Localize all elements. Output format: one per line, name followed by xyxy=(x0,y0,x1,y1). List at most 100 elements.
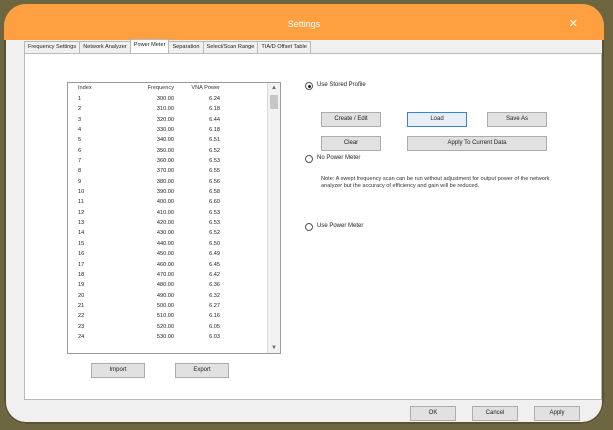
table-row[interactable]: 9 380.00 6.56 xyxy=(68,177,268,187)
table-row[interactable]: 4 330.00 6.18 xyxy=(68,125,268,135)
power-table[interactable]: Index Frequency VNA Power 1 300.00 6.24 2 31… xyxy=(67,82,281,354)
stored-profile-radio[interactable] xyxy=(305,82,313,90)
cell-index: 11 xyxy=(78,199,84,206)
cell-vna-power: 6.58 xyxy=(209,189,220,196)
table-row[interactable]: 5 340.00 6.51 xyxy=(68,135,268,145)
save-as-button[interactable]: Save As xyxy=(487,112,547,127)
cancel-button[interactable]: Cancel xyxy=(472,406,518,421)
cell-frequency: 520.00 xyxy=(156,323,174,330)
cell-frequency: 420.00 xyxy=(156,220,174,227)
scroll-down-icon[interactable]: ▼ xyxy=(268,343,280,353)
table-row[interactable]: 11 400.00 6.60 xyxy=(68,197,268,207)
cell-frequency: 490.00 xyxy=(156,292,174,299)
cell-vna-power: 6.56 xyxy=(209,178,220,185)
table-row[interactable]: 7 360.00 6.53 xyxy=(68,156,268,166)
table-row[interactable]: 13 420.00 6.53 xyxy=(68,218,268,228)
ok-button[interactable]: OK xyxy=(410,406,456,421)
cell-index: 14 xyxy=(78,230,85,237)
tab-frequency-settings[interactable]: Frequency Settings xyxy=(24,41,81,53)
table-row[interactable]: 22 510.00 6.16 xyxy=(68,311,268,321)
cell-index: 19 xyxy=(78,282,85,289)
table-body: 1 300.00 6.24 2 310.00 6.18 3 320.00 6.44 4 330.00… xyxy=(68,94,268,342)
tab-power-meter[interactable]: Power Meter xyxy=(129,39,170,53)
power-meter-note: Note: A swept frequency scan can be run … xyxy=(321,176,550,189)
tab-network-analyzer[interactable]: Network Analyzer xyxy=(79,41,131,53)
cell-frequency: 400.00 xyxy=(156,199,174,206)
table-row[interactable]: 12 410.00 6.53 xyxy=(68,208,268,218)
cell-frequency: 460.00 xyxy=(156,261,174,268)
table-row[interactable]: 14 430.00 6.52 xyxy=(68,228,268,238)
table-row[interactable]: 19 480.00 6.36 xyxy=(68,280,268,290)
cell-index: 13 xyxy=(78,220,85,227)
table-scrollbar[interactable]: ▲ ▼ xyxy=(267,83,280,353)
cell-vna-power: 6.53 xyxy=(209,158,220,165)
use-power-meter-radio[interactable] xyxy=(305,223,313,231)
cell-vna-power: 6.36 xyxy=(209,282,220,289)
cell-vna-power: 6.51 xyxy=(209,137,220,144)
cell-index: 8 xyxy=(78,168,82,175)
cell-vna-power: 6.52 xyxy=(209,147,220,154)
cell-index: 16 xyxy=(78,251,85,258)
no-power-meter-radio[interactable] xyxy=(305,155,313,163)
close-icon[interactable]: ✕ xyxy=(569,19,578,30)
cell-vna-power: 6.44 xyxy=(209,116,220,123)
cell-frequency: 300.00 xyxy=(156,96,174,102)
export-button[interactable]: Export xyxy=(175,363,229,378)
cell-frequency: 430.00 xyxy=(156,230,174,237)
table-row[interactable]: 18 470.00 6.42 xyxy=(68,270,268,280)
tab-offset-table[interactable]: TIA/D Offset Table xyxy=(257,41,311,53)
cell-vna-power: 6.27 xyxy=(209,302,220,309)
tab-separation[interactable]: Separation xyxy=(168,41,204,53)
table-row[interactable]: 20 490.00 6.32 xyxy=(68,291,268,301)
apply-to-current-data-button[interactable]: Apply To Current Data xyxy=(407,136,547,151)
scroll-thumb[interactable] xyxy=(270,95,278,109)
apply-button[interactable]: Apply xyxy=(534,406,580,421)
cell-vna-power: 6.49 xyxy=(209,251,220,258)
cell-index: 7 xyxy=(78,158,82,165)
cell-frequency: 380.00 xyxy=(156,178,174,185)
cell-vna-power: 6.53 xyxy=(209,209,220,216)
cell-index: 4 xyxy=(78,127,82,134)
table-row[interactable]: 24 530.00 6.03 xyxy=(68,332,268,342)
table-row[interactable]: 2 310.00 6.18 xyxy=(68,104,268,114)
table-row[interactable]: 8 370.00 6.55 xyxy=(68,166,268,176)
cell-vna-power: 6.05 xyxy=(209,323,220,330)
table-row[interactable]: 16 450.00 6.49 xyxy=(68,249,268,259)
table-row[interactable]: 15 440.00 6.50 xyxy=(68,239,268,249)
cell-vna-power: 6.45 xyxy=(209,261,220,268)
table-row[interactable]: 10 390.00 6.58 xyxy=(68,187,268,197)
table-row[interactable]: 21 500.00 6.27 xyxy=(68,301,268,311)
cell-index: 6 xyxy=(78,147,82,154)
no-power-meter-label: No Power Meter xyxy=(317,155,361,161)
table-row[interactable]: 3 320.00 6.44 xyxy=(68,115,268,125)
cell-index: 1 xyxy=(78,96,82,102)
cell-index: 3 xyxy=(78,116,82,123)
table-row[interactable]: 23 520.00 6.05 xyxy=(68,322,268,332)
header-index: Index xyxy=(78,85,92,91)
stored-profile-label: Use Stored Profile xyxy=(317,82,366,88)
power-meter-panel: Index Frequency VNA Power 1 300.00 6.24 2 31… xyxy=(24,53,602,400)
table-row[interactable]: 6 350.00 6.52 xyxy=(68,146,268,156)
table-row[interactable]: 1 300.00 6.24 xyxy=(68,94,268,104)
cell-frequency: 390.00 xyxy=(156,189,174,196)
cell-index: 18 xyxy=(78,271,85,278)
tab-bar: Frequency Settings Network Analyzer Powe… xyxy=(24,39,311,53)
create-edit-button[interactable]: Create / Edit xyxy=(321,112,381,127)
cell-index: 21 xyxy=(78,302,85,309)
title-bar: Settings ✕ xyxy=(4,4,604,40)
cell-index: 9 xyxy=(78,178,82,185)
cell-vna-power: 6.32 xyxy=(209,292,220,299)
scroll-up-icon[interactable]: ▲ xyxy=(268,83,280,93)
load-button[interactable]: Load xyxy=(407,112,467,127)
cell-vna-power: 6.18 xyxy=(209,127,220,134)
cell-frequency: 450.00 xyxy=(156,251,174,258)
import-button[interactable]: Import xyxy=(91,363,145,378)
tab-select-scan-range[interactable]: Select/Scan Range xyxy=(202,41,259,53)
cell-index: 2 xyxy=(78,106,82,113)
window-title: Settings xyxy=(287,19,321,29)
cell-vna-power: 6.24 xyxy=(209,96,220,102)
cell-frequency: 510.00 xyxy=(156,313,174,320)
clear-button[interactable]: Clear xyxy=(321,136,381,151)
table-row[interactable]: 17 460.00 6.45 xyxy=(68,260,268,270)
cell-frequency: 320.00 xyxy=(156,116,174,123)
